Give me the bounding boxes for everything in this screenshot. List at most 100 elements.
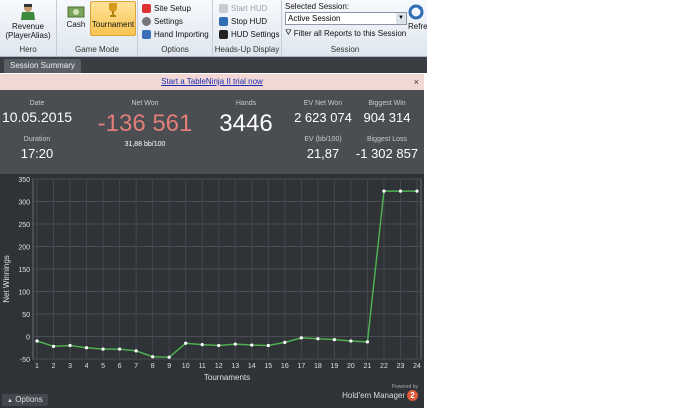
ev-bb-value: 21,87 xyxy=(306,146,340,161)
net-won-label: Net Won xyxy=(131,100,159,107)
ev-net-won-label: EV Net Won xyxy=(303,100,343,107)
net-won-stat: Net Won -136 561 31,88 bb/100 xyxy=(84,100,206,148)
data-point xyxy=(68,343,72,348)
x-tick-label: 16 xyxy=(281,363,289,370)
refresh-icon xyxy=(408,4,424,20)
series-line xyxy=(36,190,417,358)
brand-name: Hold'em Manager xyxy=(342,391,405,400)
data-point xyxy=(266,343,270,348)
refresh-button[interactable]: Refres xyxy=(408,4,427,31)
x-tick-label: 6 xyxy=(118,363,122,370)
hero-group: Revenue (PlayerAlias) Hero xyxy=(0,0,57,56)
session-group-label: Session xyxy=(330,45,360,54)
x-tick-label: 15 xyxy=(264,363,272,370)
filter-session-item[interactable]: ⛛ Filter all Reports to this Session xyxy=(285,28,406,38)
y-tick-label: 250 xyxy=(18,222,30,229)
data-point xyxy=(316,337,320,341)
close-icon[interactable]: × xyxy=(414,74,419,90)
session-group: Selected Session: Active Session ▼ ⛛ Fil… xyxy=(282,0,408,56)
cash-icon xyxy=(67,6,85,18)
game-mode-group-label: Game Mode xyxy=(74,45,120,54)
x-tick-label: 21 xyxy=(364,363,372,370)
biggest-loss-value: -1 302 857 xyxy=(355,146,419,161)
hud-settings-label: HUD Settings xyxy=(231,30,280,39)
data-point xyxy=(332,338,336,342)
session-select-value: Active Session xyxy=(288,14,341,23)
x-tick-label: 10 xyxy=(182,363,190,370)
tableninja-trial-link[interactable]: Start a TableNinja II trial now xyxy=(161,77,263,86)
tab-session-summary[interactable]: Session Summary xyxy=(4,59,81,73)
refresh-label: Refres xyxy=(408,22,427,31)
hand-importing-item[interactable]: Hand Importing xyxy=(142,30,209,39)
y-tick-label: 300 xyxy=(18,200,30,207)
hud-group-label: Heads-Up Display xyxy=(214,45,280,54)
hm2-logo-icon: 2 xyxy=(407,390,418,401)
settings-item[interactable]: Settings xyxy=(142,17,183,26)
biggest-win-stat: Biggest Win 904 314 xyxy=(354,100,420,125)
date-value: 10.05.2015 xyxy=(2,109,73,125)
y-axis-label: Net Winnings xyxy=(2,255,11,303)
data-point xyxy=(51,344,56,348)
site-setup-item[interactable]: Site Setup xyxy=(142,4,191,13)
ribbon-toolbar: Revenue (PlayerAlias) Hero Cash Tourname… xyxy=(0,0,427,57)
gear-icon xyxy=(142,17,151,26)
options-button[interactable]: ▲ Options xyxy=(2,394,48,406)
chevron-down-icon[interactable]: ▼ xyxy=(396,13,406,24)
hands-label: Hands xyxy=(235,100,257,107)
promo-banner: Start a TableNinja II trial now × xyxy=(0,74,424,90)
x-tick-label: 12 xyxy=(215,363,223,370)
biggest-loss-stat: Biggest Loss -1 302 857 xyxy=(354,136,420,161)
stop-hud-item[interactable]: Stop HUD xyxy=(219,17,267,26)
duration-value: 17:20 xyxy=(20,146,54,161)
biggest-win-label: Biggest Win xyxy=(368,100,406,107)
player-avatar-icon xyxy=(21,4,35,20)
session-select[interactable]: Active Session ▼ xyxy=(285,12,407,25)
date-stat: Date 10.05.2015 xyxy=(2,100,72,125)
data-point xyxy=(151,355,155,359)
x-tick-label: 11 xyxy=(199,363,206,370)
data-point xyxy=(200,343,204,347)
hero-label: Revenue (PlayerAlias) xyxy=(5,22,51,40)
y-tick-label: 50 xyxy=(22,312,30,319)
data-point xyxy=(233,342,237,346)
tournament-button[interactable]: Tournament xyxy=(90,1,136,36)
duration-stat: Duration 17:20 xyxy=(2,136,72,161)
ev-net-won-stat: EV Net Won 2 623 074 xyxy=(290,100,356,125)
x-tick-label: 13 xyxy=(231,363,239,370)
settings-label: Settings xyxy=(154,17,183,26)
site-setup-icon xyxy=(142,4,151,13)
x-tick-label: 7 xyxy=(134,363,138,370)
options-group: Site Setup Settings Hand Importing Optio… xyxy=(138,0,213,56)
powered-by-label: Powered by xyxy=(391,384,418,390)
hud-icon xyxy=(219,30,228,39)
x-tick-label: 5 xyxy=(101,363,105,370)
hero-group-label: Hero xyxy=(19,45,37,54)
game-mode-group: Cash Tournament Game Mode xyxy=(57,0,138,56)
y-tick-label: -50 xyxy=(20,357,30,364)
net-won-value: -136 561 xyxy=(97,110,193,137)
x-tick-label: 8 xyxy=(151,363,155,370)
start-hud-item[interactable]: Start HUD xyxy=(219,4,267,13)
net-winnings-chart: -50 0 50 100 150 200 250 300 350 1 2 3 4 5 6 7 8 9 10 11 12 1… xyxy=(0,174,424,392)
branding: Powered by Hold'em Manager 2 xyxy=(342,384,418,401)
ev-bb-stat: EV (bb/100) 21,87 xyxy=(290,136,356,161)
session-title: Selected Session: xyxy=(285,2,350,11)
x-tick-label: 2 xyxy=(52,363,56,370)
hand-importing-label: Hand Importing xyxy=(154,30,209,39)
hud-settings-item[interactable]: HUD Settings xyxy=(219,30,279,39)
y-tick-label: 100 xyxy=(18,290,30,297)
stop-hud-label: Stop HUD xyxy=(231,17,268,26)
x-tick-label: 23 xyxy=(397,363,405,370)
x-tick-label: 19 xyxy=(330,363,338,370)
cash-button[interactable]: Cash xyxy=(61,4,91,29)
tournament-label: Tournament xyxy=(91,20,135,29)
hero-button[interactable]: Revenue (PlayerAlias) xyxy=(3,2,53,40)
options-group-label: Options xyxy=(161,45,189,54)
x-tick-label: 14 xyxy=(248,363,256,370)
y-tick-label: 350 xyxy=(18,177,30,184)
data-point xyxy=(365,340,370,344)
x-axis-label: Tournaments xyxy=(204,373,250,382)
data-point xyxy=(35,339,39,343)
date-label: Date xyxy=(29,100,45,107)
hud-group: Start HUD Stop HUD HUD Settings Heads-Up… xyxy=(213,0,282,56)
